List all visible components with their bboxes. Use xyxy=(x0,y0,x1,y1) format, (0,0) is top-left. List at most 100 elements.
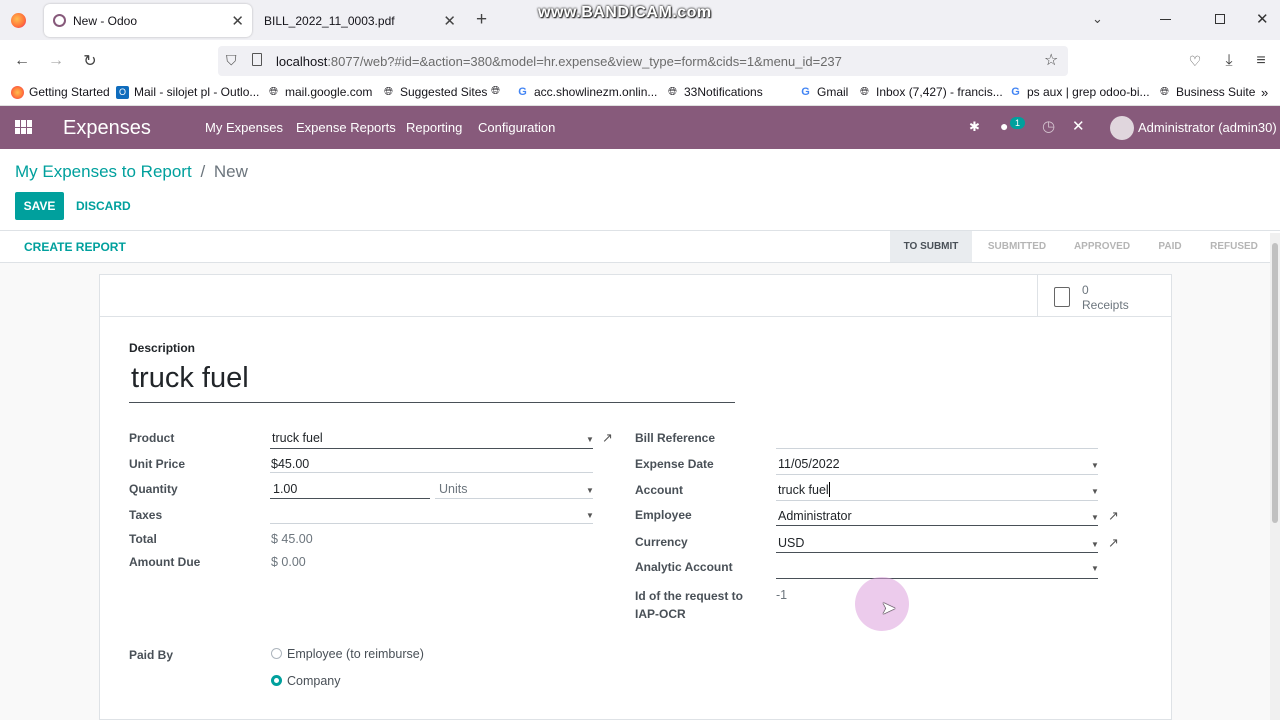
downloads-icon[interactable]: ⤓ xyxy=(1218,50,1240,72)
quantity-underline xyxy=(270,498,430,499)
page-icon[interactable] xyxy=(252,53,262,66)
globe-icon: 🌐︎ xyxy=(1160,85,1169,98)
debug-bug-icon[interactable]: ✱ xyxy=(969,119,980,135)
bookmark-33notifications[interactable]: 🌐︎ 33Notifications xyxy=(666,85,763,99)
text-cursor xyxy=(829,482,830,497)
close-window-icon[interactable]: ✕ xyxy=(1256,10,1269,28)
google-icon: G xyxy=(801,86,810,98)
taxes-field[interactable] xyxy=(270,523,593,524)
radio-company[interactable] xyxy=(271,675,282,686)
user-menu[interactable]: Administrator (admin30) xyxy=(1138,120,1277,135)
employee-dropdown-icon[interactable]: ▼ xyxy=(1091,513,1099,522)
taxes-label: Taxes xyxy=(129,508,163,522)
globe-icon: 🌐︎ xyxy=(384,85,393,98)
address-bar[interactable]: ⛉ localhost:8077/web?#id=&action=380&mod… xyxy=(218,46,1068,76)
menu-icon[interactable]: ≡ xyxy=(1250,50,1272,72)
bookmark-business-suite[interactable]: 🌐︎ Business Suite xyxy=(1158,85,1255,99)
product-dropdown-icon[interactable]: ▼ xyxy=(586,435,594,444)
minimize-icon[interactable] xyxy=(1160,19,1171,20)
receipts-label: Receipts xyxy=(1082,298,1129,312)
breadcrumb-separator: / xyxy=(200,162,206,181)
external-link-icon[interactable]: ↗ xyxy=(602,430,613,446)
menu-reporting[interactable]: Reporting xyxy=(406,120,462,135)
bookmark-inbox[interactable]: 🌐︎ Inbox (7,427) - francis... xyxy=(858,85,1003,99)
restore-icon[interactable] xyxy=(1215,14,1225,24)
close-tab-icon[interactable]: ✕ xyxy=(231,12,244,30)
employee-field[interactable]: Administrator xyxy=(778,509,852,523)
google-icon: G xyxy=(518,86,527,98)
outlook-icon: O xyxy=(116,85,129,99)
receipts-smart-button[interactable]: 0 Receipts xyxy=(1037,275,1171,317)
currency-dropdown-icon[interactable]: ▼ xyxy=(1091,540,1099,549)
tab-new-odoo[interactable]: New - Odoo ✕ xyxy=(44,4,252,37)
avatar[interactable] xyxy=(1110,116,1134,140)
analytic-account-field[interactable] xyxy=(776,578,1098,579)
reload-icon[interactable]: ↻ xyxy=(79,50,101,72)
account-dropdown-icon[interactable]: ▼ xyxy=(1091,487,1099,496)
chat-icon[interactable]: ● xyxy=(1000,118,1008,134)
back-icon[interactable]: ← xyxy=(11,50,33,72)
scrollbar[interactable] xyxy=(1270,233,1280,720)
status-bar: CREATE REPORT TO SUBMIT SUBMITTED APPROV… xyxy=(0,230,1280,263)
description-input[interactable]: truck fuel xyxy=(131,362,249,395)
quantity-field[interactable]: 1.00 xyxy=(273,482,297,496)
save-button[interactable]: SAVE xyxy=(15,192,64,220)
external-link-icon[interactable]: ↗ xyxy=(1108,508,1119,524)
globe-icon: 🌐︎ xyxy=(668,85,677,98)
radio-employee-label[interactable]: Employee (to reimburse) xyxy=(287,647,424,661)
bookmark-mail-outlook[interactable]: O Mail - silojet pl - Outlo... xyxy=(116,85,259,99)
account-field[interactable]: truck fuel xyxy=(778,483,829,497)
url-text[interactable]: localhost:8077/web?#id=&action=380&model… xyxy=(276,54,842,69)
bill-reference-field[interactable] xyxy=(776,448,1098,449)
more-bookmarks-icon[interactable]: » xyxy=(1261,85,1268,100)
uom-field[interactable]: Units xyxy=(439,482,467,496)
shield-icon[interactable]: ⛉ xyxy=(226,52,237,69)
bookmark-untitled[interactable]: 🌐︎ xyxy=(489,85,507,98)
unit-price-label: Unit Price xyxy=(129,457,186,471)
bookmark-gmail[interactable]: G Gmail xyxy=(799,85,848,99)
tab-bill-pdf[interactable]: BILL_2022_11_0003.pdf ✕ xyxy=(256,4,464,37)
bookmark-getting-started[interactable]: Getting Started xyxy=(11,85,110,99)
stage-refused: REFUSED xyxy=(1210,241,1258,252)
odoo-main-navbar: Expenses My Expenses Expense Reports Rep… xyxy=(0,106,1280,149)
radio-company-label[interactable]: Company xyxy=(287,674,341,688)
new-tab-icon[interactable]: + xyxy=(476,9,487,31)
bookmark-mail-google[interactable]: 🌐︎ mail.google.com xyxy=(267,85,372,99)
activity-clock-icon[interactable]: ◷ xyxy=(1042,117,1055,135)
bookmark-acc-showlinezm[interactable]: Gacc.showlinezm.onlin... xyxy=(516,85,657,99)
bookmark-star-icon[interactable]: ☆ xyxy=(1044,50,1058,70)
quantity-label: Quantity xyxy=(129,482,178,496)
discard-button[interactable]: DISCARD xyxy=(76,199,131,213)
forward-icon[interactable]: → xyxy=(45,50,67,72)
account-label: Account xyxy=(635,483,683,497)
list-tabs-icon[interactable]: ⌄ xyxy=(1092,11,1103,27)
account-underline xyxy=(776,500,1098,501)
analytic-dropdown-icon[interactable]: ▼ xyxy=(1091,564,1099,573)
radio-employee[interactable] xyxy=(271,648,282,659)
bookmark-suggested-sites[interactable]: 🌐︎ Suggested Sites xyxy=(382,85,487,99)
breadcrumb-parent[interactable]: My Expenses to Report xyxy=(15,162,192,181)
app-name[interactable]: Expenses xyxy=(63,117,151,140)
menu-configuration[interactable]: Configuration xyxy=(478,120,555,135)
apps-grid-icon[interactable] xyxy=(15,120,32,134)
bookmark-ps-aux[interactable]: Gps aux | grep odoo-bi... xyxy=(1009,85,1149,99)
mouse-pointer-icon: ➤ xyxy=(881,598,897,618)
create-report-button[interactable]: CREATE REPORT xyxy=(24,240,126,254)
total-label: Total xyxy=(129,532,157,546)
uom-dropdown-icon[interactable]: ▼ xyxy=(586,486,594,495)
settings-tools-icon[interactable]: ✕ xyxy=(1072,117,1085,135)
taxes-dropdown-icon[interactable]: ▼ xyxy=(586,511,594,520)
expense-date-field[interactable]: 11/05/2022 xyxy=(778,457,840,471)
globe-icon: 🌐︎ xyxy=(491,85,500,97)
unit-price-field[interactable]: $45.00 xyxy=(271,457,309,471)
save-to-pocket-icon[interactable]: ♡ xyxy=(1184,50,1206,72)
currency-field[interactable]: USD xyxy=(778,536,804,550)
iap-ocr-value: -1 xyxy=(776,588,788,602)
date-dropdown-icon[interactable]: ▼ xyxy=(1091,461,1099,470)
menu-expense-reports[interactable]: Expense Reports xyxy=(296,120,396,135)
external-link-icon[interactable]: ↗ xyxy=(1108,535,1119,551)
menu-my-expenses[interactable]: My Expenses xyxy=(205,120,283,135)
close-tab-icon[interactable]: ✕ xyxy=(443,12,456,30)
firefox-icon[interactable] xyxy=(11,13,26,28)
product-field[interactable]: truck fuel xyxy=(272,431,323,445)
